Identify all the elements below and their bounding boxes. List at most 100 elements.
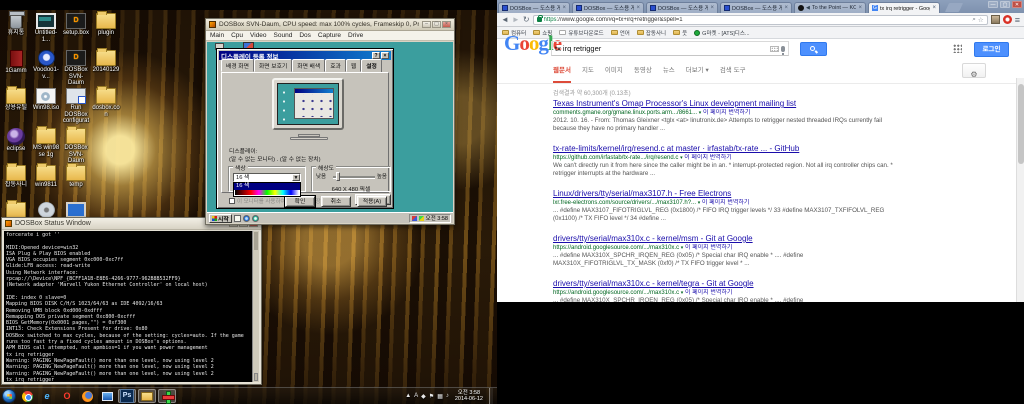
bookmark-star-icon[interactable]: ☆	[978, 16, 984, 24]
quicklaunch-icon[interactable]	[252, 215, 259, 222]
taskbar-app-button[interactable]: e	[38, 389, 56, 403]
bookmark-item[interactable]: 언어	[611, 29, 630, 37]
desktop-icon[interactable]: Run DOSBox configurat...	[62, 88, 90, 131]
dosbox-menu-item[interactable]: Cpu	[231, 32, 243, 39]
desktop-icon[interactable]: Win98.iso	[32, 88, 60, 112]
dosbox-menu-item[interactable]: Drive	[348, 32, 363, 39]
dosbox-menu-item[interactable]: Dos	[299, 32, 311, 39]
dosbox-menu-item[interactable]: Sound	[274, 32, 293, 39]
color-depth-dropdown[interactable]: 16 색 ▼	[233, 173, 301, 182]
color-depth-dropdown-list[interactable]: 16 색	[233, 182, 301, 197]
ssl-padlock-icon[interactable]	[537, 17, 542, 22]
minimize-button[interactable]: —	[988, 1, 998, 8]
result-dropdown-arrow-icon[interactable]: ▾	[681, 245, 684, 251]
search-category-tab[interactable]: 지도	[582, 64, 594, 83]
search-settings-button[interactable]: ⚙	[962, 63, 986, 78]
checkbox[interactable]	[229, 198, 235, 204]
resolution-slider-thumb[interactable]	[336, 172, 340, 181]
taskbar-app-button[interactable]	[138, 389, 156, 403]
forward-button[interactable]: ►	[512, 15, 520, 25]
result-dropdown-arrow-icon[interactable]: ▾	[680, 155, 683, 161]
new-tab-button[interactable]	[945, 3, 963, 12]
search-category-tab[interactable]: 웹문서	[553, 64, 571, 83]
address-bar[interactable]: https://www.google.com/#q=tx+irq+retrigg…	[533, 15, 988, 25]
minimize-button[interactable]: –	[422, 21, 431, 28]
translate-page-link[interactable]: 이 페이지 번역하기	[684, 155, 732, 161]
browser-tab[interactable]: ◀ DOSBox — 도스용 게임 ×	[720, 2, 792, 13]
page-scrollbar[interactable]	[1016, 78, 1024, 302]
maximize-button[interactable]: ▢	[432, 21, 441, 28]
translate-page-link[interactable]: 이 페이지 번역하기	[685, 290, 733, 296]
ok-button[interactable]: 확인	[285, 196, 315, 207]
help-icon[interactable]: ?	[372, 52, 380, 59]
result-title-link[interactable]: drivers/tty/serial/max310x.c - kernel/ms…	[553, 234, 898, 244]
tab-close-icon[interactable]: ×	[636, 5, 640, 11]
desktop-icon[interactable]: win9811	[32, 165, 60, 189]
mic-icon[interactable]	[781, 46, 785, 52]
dialog-tab[interactable]: 효과	[325, 59, 346, 72]
dosbox-titlebar[interactable]: DOSBox SVN-Daum, CPU speed: max 100% cyc…	[206, 19, 454, 31]
taskbar-app-button[interactable]	[98, 389, 116, 403]
apply-button[interactable]: 적용(A)	[357, 196, 387, 207]
search-button[interactable]	[800, 42, 827, 56]
result-dropdown-arrow-icon[interactable]: ▾	[681, 290, 684, 296]
tab-close-icon[interactable]: ×	[858, 5, 862, 11]
tray-icon[interactable]: ◆	[421, 393, 426, 400]
desktop-icon[interactable]: temp	[62, 165, 90, 189]
browser-tab[interactable]: ◀ DOSBox — 도스용 게임 ×	[498, 2, 570, 13]
tray-icon[interactable]: ▦	[437, 393, 443, 400]
tray-icon[interactable]: ▲	[405, 393, 411, 400]
extension-icon[interactable]	[991, 15, 1000, 24]
result-title-link[interactable]: tx-rate-limits/kernel/irq/resend.c at ma…	[553, 144, 898, 154]
desktop-icon[interactable]: 휴지통	[2, 13, 30, 37]
chrome-menu-icon[interactable]: ≡	[1015, 15, 1020, 25]
close-button[interactable]: ✕	[1012, 1, 1022, 8]
dosbox-status-window[interactable]: DOSBox Status Window – ▢ × forcerate i g…	[1, 217, 262, 385]
quicklaunch-icon[interactable]	[234, 215, 241, 222]
dialog-tab[interactable]: 배경 화면	[221, 59, 254, 72]
tray-icon[interactable]: ♪	[446, 393, 449, 400]
desktop-icon[interactable]: DOSBox SVN-Daum	[62, 128, 90, 165]
taskbar-app-button[interactable]: Ps	[118, 389, 136, 403]
desktop-icon[interactable]: Untitled-1...	[32, 13, 60, 43]
desktop-icon[interactable]: dosbox.con	[92, 88, 120, 118]
desktop-icon[interactable]: Voodoo1-v...	[32, 50, 60, 80]
bookmark-item[interactable]: G마켓 - [ATS]디스...	[694, 29, 749, 37]
sign-in-button[interactable]: 로그인	[974, 42, 1009, 57]
bookmark-item[interactable]: 잡동사니	[637, 29, 666, 37]
back-button[interactable]: ◄	[501, 15, 509, 25]
chevron-down-icon[interactable]: ▼	[292, 174, 300, 181]
tray-icon[interactable]	[419, 216, 424, 221]
browser-tab[interactable]: ◀ tx irq retrigger - Google 검색 ×	[868, 2, 940, 13]
extension-icon[interactable]	[1003, 15, 1012, 24]
dialog-tab[interactable]: 웹	[346, 59, 361, 72]
desktop-icon[interactable]: 20140129	[92, 50, 120, 74]
result-title-link[interactable]: Linux/drivers/tty/serial/max3107.h - Fre…	[553, 189, 898, 199]
translate-page-link[interactable]: 이 페이지 번역하기	[702, 200, 750, 206]
desktop-icon[interactable]: MS win98 se 1g	[32, 128, 60, 158]
show-desktop-button[interactable]	[489, 388, 493, 404]
taskbar-clock[interactable]: 오전 3:58 2014-06-12	[452, 390, 486, 403]
console-scrollbar[interactable]	[252, 231, 259, 382]
result-title-link[interactable]: Texas Instrument's Omap Processor's Linu…	[553, 99, 898, 109]
dosbox-menu-item[interactable]: Capture	[318, 32, 341, 39]
bookmark-item[interactable]: 웃	[673, 29, 687, 37]
taskbar-app-button[interactable]	[18, 389, 36, 403]
tray-icon[interactable]: ⚑	[429, 393, 434, 400]
desktop-icon[interactable]: 1Gamm	[2, 50, 30, 75]
browser-tab[interactable]: ◀ DOSBox — 도스용 게임 ×	[646, 2, 718, 13]
scrollbar-thumb[interactable]	[1018, 84, 1024, 164]
desktop-icon[interactable]: DOSBox SVN-Daum	[62, 50, 90, 87]
desktop-icon[interactable]: 잡동사니	[2, 165, 30, 189]
desktop-icon[interactable]: plugin	[92, 13, 120, 37]
taskbar-app-button[interactable]	[158, 389, 176, 403]
result-dropdown-arrow-icon[interactable]: ▾	[699, 110, 702, 116]
dosbox-window[interactable]: DOSBox SVN-Daum, CPU speed: max 100% cyc…	[205, 18, 455, 225]
tab-close-icon[interactable]: ×	[932, 5, 936, 11]
search-category-tab[interactable]: 이미지	[605, 64, 623, 83]
tab-close-icon[interactable]: ×	[784, 5, 788, 11]
browser-tab[interactable]: ◀ DOSBox — 도스용 게임 ×	[572, 2, 644, 13]
translate-page-link[interactable]: 이 페이지 번역하기	[685, 245, 733, 251]
search-category-tab[interactable]: 더보기 ▾	[686, 64, 709, 83]
search-box[interactable]	[551, 41, 789, 56]
